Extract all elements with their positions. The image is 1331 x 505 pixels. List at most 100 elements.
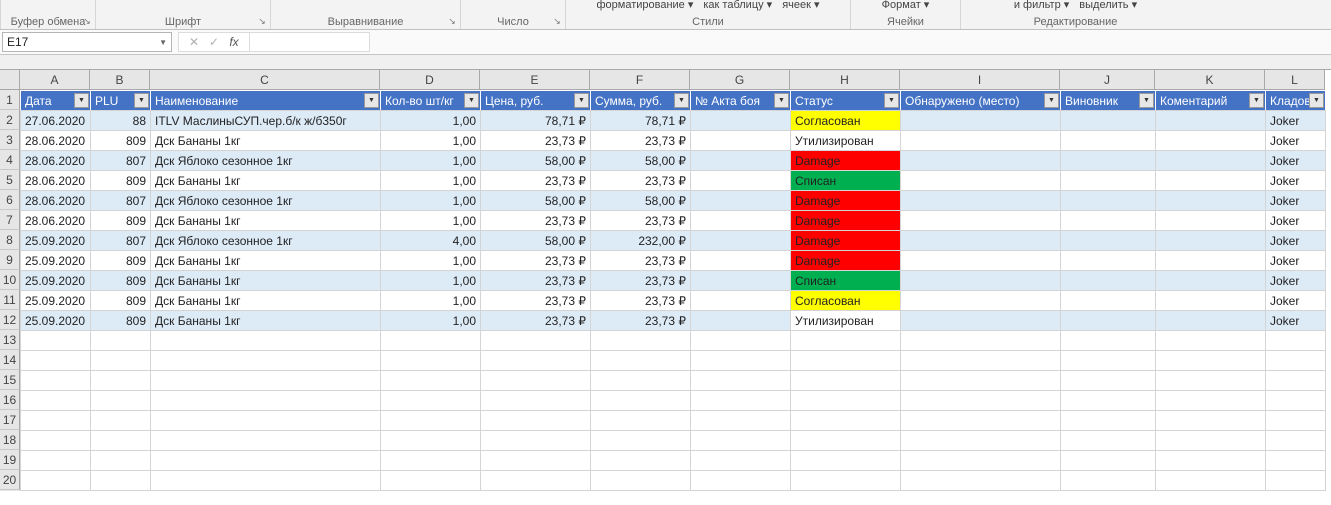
cell[interactable]: 809 <box>91 131 151 151</box>
cell[interactable] <box>691 111 791 131</box>
cell[interactable] <box>1061 111 1156 131</box>
cell[interactable] <box>591 471 691 491</box>
cell[interactable] <box>1156 191 1266 211</box>
ribbon-command[interactable]: ячеек ▾ <box>782 0 819 11</box>
cell[interactable]: 58,00 ₽ <box>481 231 591 251</box>
filter-dropdown-icon[interactable]: ▼ <box>774 93 789 108</box>
cell[interactable]: Damage <box>791 211 901 231</box>
cell[interactable] <box>151 451 381 471</box>
cell[interactable]: 23,73 ₽ <box>481 291 591 311</box>
cell[interactable] <box>1156 131 1266 151</box>
cell[interactable]: 1,00 <box>381 271 481 291</box>
cell[interactable]: 23,73 ₽ <box>481 211 591 231</box>
cell[interactable]: 1,00 <box>381 211 481 231</box>
cell[interactable]: 232,00 ₽ <box>591 231 691 251</box>
cell[interactable]: 23,73 ₽ <box>591 131 691 151</box>
cell[interactable] <box>91 391 151 411</box>
column-header[interactable]: B <box>90 70 150 90</box>
cell[interactable] <box>21 351 91 371</box>
column-header[interactable]: A <box>20 70 90 90</box>
filter-dropdown-icon[interactable]: ▼ <box>674 93 689 108</box>
cell[interactable] <box>91 431 151 451</box>
filter-dropdown-icon[interactable]: ▼ <box>464 93 479 108</box>
cell[interactable] <box>901 131 1061 151</box>
cell[interactable] <box>1156 331 1266 351</box>
cell[interactable] <box>381 451 481 471</box>
cell[interactable] <box>901 151 1061 171</box>
filter-dropdown-icon[interactable]: ▼ <box>884 93 899 108</box>
filter-dropdown-icon[interactable]: ▼ <box>364 93 379 108</box>
filter-dropdown-icon[interactable]: ▼ <box>1249 93 1264 108</box>
cell[interactable] <box>901 331 1061 351</box>
cell[interactable] <box>901 171 1061 191</box>
row-header[interactable]: 20 <box>0 470 20 490</box>
cell[interactable]: 23,73 ₽ <box>591 311 691 331</box>
cell[interactable]: 23,73 ₽ <box>591 271 691 291</box>
cell[interactable]: Damage <box>791 251 901 271</box>
row-header[interactable]: 2 <box>0 110 20 130</box>
cell[interactable] <box>791 351 901 371</box>
cell[interactable] <box>791 331 901 351</box>
cell[interactable] <box>1061 191 1156 211</box>
cell[interactable] <box>1156 211 1266 231</box>
cell[interactable] <box>1061 351 1156 371</box>
cell[interactable]: Дск Бананы 1кг <box>151 311 381 331</box>
fx-icon[interactable]: fx <box>225 35 243 49</box>
cell[interactable]: 4,00 <box>381 231 481 251</box>
row-header[interactable]: 11 <box>0 290 20 310</box>
cell[interactable]: 1,00 <box>381 191 481 211</box>
cell[interactable] <box>1266 331 1326 351</box>
cell[interactable] <box>901 371 1061 391</box>
cell[interactable] <box>481 451 591 471</box>
cell[interactable] <box>1156 311 1266 331</box>
cell[interactable] <box>381 371 481 391</box>
cell[interactable] <box>151 351 381 371</box>
cell[interactable] <box>591 351 691 371</box>
column-header[interactable]: C <box>150 70 380 90</box>
cell[interactable]: 58,00 ₽ <box>481 191 591 211</box>
row-header[interactable]: 9 <box>0 250 20 270</box>
cell[interactable] <box>691 371 791 391</box>
select-all-corner[interactable] <box>0 70 20 90</box>
cell[interactable] <box>1156 271 1266 291</box>
cell[interactable]: 1,00 <box>381 171 481 191</box>
cell[interactable] <box>691 251 791 271</box>
cell[interactable] <box>1156 171 1266 191</box>
cell[interactable] <box>1061 231 1156 251</box>
cell[interactable]: 1,00 <box>381 251 481 271</box>
cell[interactable]: 1,00 <box>381 131 481 151</box>
cell[interactable]: 809 <box>91 211 151 231</box>
dialog-launcher-icon[interactable]: ↘ <box>256 15 268 27</box>
table-column-header[interactable]: Кладовщ▼ <box>1266 91 1326 111</box>
cell[interactable] <box>691 311 791 331</box>
cell[interactable]: Согласован <box>791 291 901 311</box>
cell[interactable] <box>1061 171 1156 191</box>
row-header[interactable]: 8 <box>0 230 20 250</box>
cell[interactable] <box>1156 291 1266 311</box>
cell[interactable]: Списан <box>791 171 901 191</box>
cell[interactable] <box>1266 431 1326 451</box>
cell[interactable] <box>691 151 791 171</box>
cell[interactable]: Дск Бананы 1кг <box>151 291 381 311</box>
cell[interactable]: 78,71 ₽ <box>481 111 591 131</box>
table-column-header[interactable]: Наименование▼ <box>151 91 381 111</box>
dialog-launcher-icon[interactable]: ↘ <box>446 15 458 27</box>
cell[interactable] <box>1061 311 1156 331</box>
cell[interactable] <box>21 391 91 411</box>
filter-dropdown-icon[interactable]: ▼ <box>574 93 589 108</box>
cell[interactable] <box>1266 371 1326 391</box>
table-column-header[interactable]: Статус▼ <box>791 91 901 111</box>
cell[interactable] <box>901 271 1061 291</box>
cell[interactable]: 25.09.2020 <box>21 251 91 271</box>
cell[interactable] <box>901 471 1061 491</box>
cell[interactable] <box>691 211 791 231</box>
cell[interactable]: 25.09.2020 <box>21 271 91 291</box>
cell[interactable]: Дск Бананы 1кг <box>151 171 381 191</box>
cell[interactable] <box>791 451 901 471</box>
cell[interactable]: 23,73 ₽ <box>591 251 691 271</box>
cell[interactable]: Damage <box>791 151 901 171</box>
cell[interactable] <box>1156 371 1266 391</box>
cell[interactable] <box>91 351 151 371</box>
cell[interactable]: 25.09.2020 <box>21 311 91 331</box>
cell[interactable] <box>481 411 591 431</box>
